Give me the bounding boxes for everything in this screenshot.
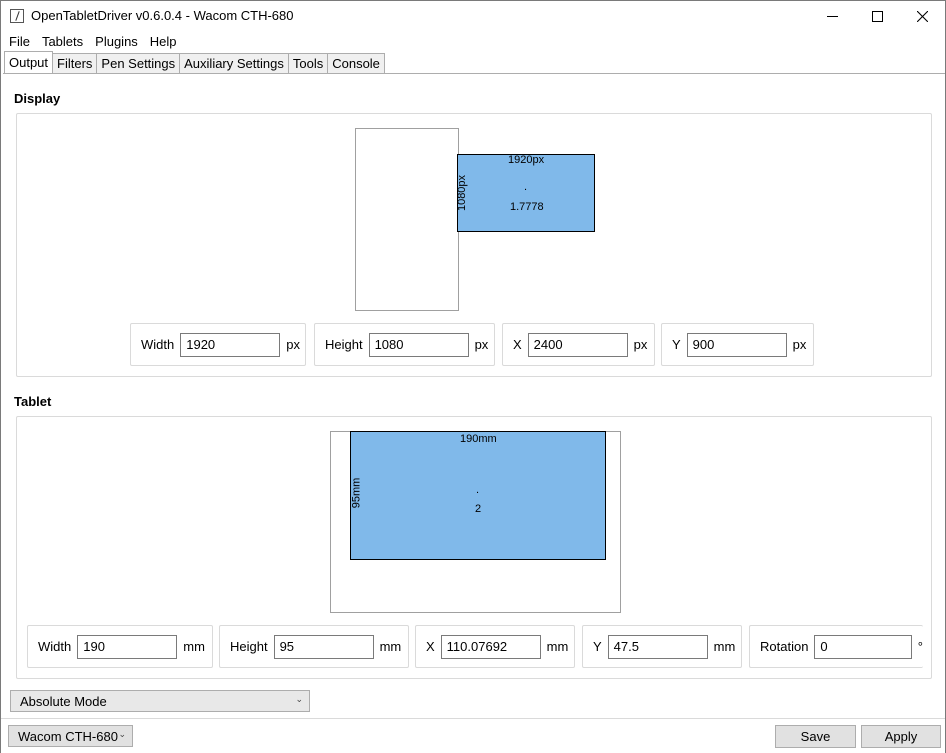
tablet-height-unit: mm (379, 639, 402, 654)
display-area-rect[interactable]: 1920px 1080px . 1.7778 (456, 154, 595, 232)
chevron-down-icon: ⌄ (295, 694, 303, 704)
tablet-height-label: Height (230, 639, 268, 654)
menu-bar: File Tablets Plugins Help (1, 32, 945, 52)
display-y-box: Y 900 px (661, 323, 814, 366)
tab-bar: Output Filters Pen Settings Auxiliary Se… (4, 51, 385, 73)
tab-console[interactable]: Console (327, 53, 385, 73)
display-x-unit: px (633, 337, 648, 352)
tablet-area-width-label: 190mm (460, 433, 497, 445)
display-area-aspect-ratio: 1.7778 (510, 201, 544, 213)
tablet-width-unit: mm (183, 639, 205, 654)
tablet-height-box: Height 95 mm (219, 625, 409, 668)
tablet-y-box: Y 47.5 mm (582, 625, 742, 668)
tablet-group: 190mm 95mm . 2 Width 190 mm Height 95 mm… (16, 416, 932, 679)
minimize-icon (826, 15, 838, 17)
display-width-box: Width 1920 px (130, 323, 306, 366)
display-area-center-mark: . (524, 181, 528, 193)
tablet-area-aspect-ratio: 2 (475, 503, 482, 515)
menu-plugins[interactable]: Plugins (89, 32, 144, 52)
tab-output[interactable]: Output (4, 51, 54, 73)
title-bar[interactable]: OpenTabletDriver v0.6.0.4 - Wacom CTH-68… (1, 1, 945, 31)
apply-button[interactable]: Apply (861, 725, 941, 748)
maximize-button[interactable] (854, 1, 900, 31)
window-title: OpenTabletDriver v0.6.0.4 - Wacom CTH-68… (31, 8, 294, 23)
tab-tools[interactable]: Tools (287, 53, 329, 73)
display-height-input[interactable]: 1080 (368, 332, 469, 357)
tablet-rotation-box: Rotation 0 ° (749, 625, 923, 668)
chevron-down-icon: ⌄ (118, 729, 126, 739)
display-group: 1920px 1080px . 1.7778 Width 1920 px Hei… (16, 113, 932, 377)
tablet-y-label: Y (593, 639, 602, 654)
output-mode-select[interactable]: Absolute Mode ⌄ (10, 690, 310, 712)
minimize-button[interactable] (809, 1, 855, 31)
tablet-x-label: X (426, 639, 435, 654)
tablet-rotation-label: Rotation (760, 639, 809, 654)
tablet-height-input[interactable]: 95 (273, 634, 374, 659)
display-height-unit: px (474, 337, 489, 352)
tab-auxiliary-settings[interactable]: Auxiliary Settings (179, 53, 289, 73)
app-window: OpenTabletDriver v0.6.0.4 - Wacom CTH-68… (0, 0, 946, 753)
tablet-width-input[interactable]: 190 (77, 634, 178, 659)
tablet-y-input[interactable]: 47.5 (607, 634, 708, 659)
close-icon (916, 10, 928, 22)
tab-pen-settings[interactable]: Pen Settings (96, 53, 181, 73)
display-width-label: Width (141, 337, 175, 352)
tablet-rotation-input[interactable]: 0 (814, 634, 912, 659)
display-x-input[interactable]: 2400 (527, 332, 628, 357)
tablet-width-label: Width (38, 639, 72, 654)
display-y-unit: px (792, 337, 807, 352)
tablet-x-input[interactable]: 110.07692 (440, 634, 541, 659)
menu-help[interactable]: Help (144, 32, 183, 52)
display-width-input[interactable]: 1920 (180, 332, 281, 357)
tablet-x-box: X 110.07692 mm (415, 625, 575, 668)
tablet-rotation-unit: ° (917, 639, 923, 654)
display-area-height-label: 1080px (456, 174, 469, 212)
display-width-unit: px (286, 337, 300, 352)
display-y-label: Y (672, 337, 681, 352)
display-height-label: Height (325, 337, 363, 352)
display-area-width-label: 1920px (508, 154, 545, 166)
tablet-select-value: Wacom CTH-680 (18, 728, 118, 744)
app-icon (10, 9, 24, 23)
tablet-width-box: Width 190 mm (27, 625, 213, 668)
display-x-box: X 2400 px (502, 323, 655, 366)
tablet-area-height-label: 95mm (350, 477, 363, 509)
display-monitor-outline (355, 128, 459, 311)
display-height-box: Height 1080 px (314, 323, 495, 366)
tablet-section-title: Tablet (14, 394, 52, 409)
menu-file[interactable]: File (3, 32, 36, 52)
output-mode-selected: Absolute Mode (20, 693, 107, 709)
tablet-y-unit: mm (713, 639, 736, 654)
tablet-x-unit: mm (546, 639, 569, 654)
menu-tablets[interactable]: Tablets (36, 32, 89, 52)
save-button[interactable]: Save (775, 725, 856, 748)
tablet-area-rect[interactable]: 190mm 95mm . 2 (350, 431, 606, 560)
tab-filters[interactable]: Filters (52, 53, 98, 73)
display-x-label: X (513, 337, 522, 352)
maximize-icon (871, 10, 883, 22)
tablet-select[interactable]: Wacom CTH-680 ⌄ (8, 725, 133, 747)
bottom-bar: Wacom CTH-680 ⌄ Save Apply (1, 718, 945, 753)
display-y-input[interactable]: 900 (686, 332, 787, 357)
tablet-area-center-mark: . (476, 484, 480, 496)
display-section-title: Display (14, 91, 61, 106)
close-button[interactable] (899, 1, 945, 31)
